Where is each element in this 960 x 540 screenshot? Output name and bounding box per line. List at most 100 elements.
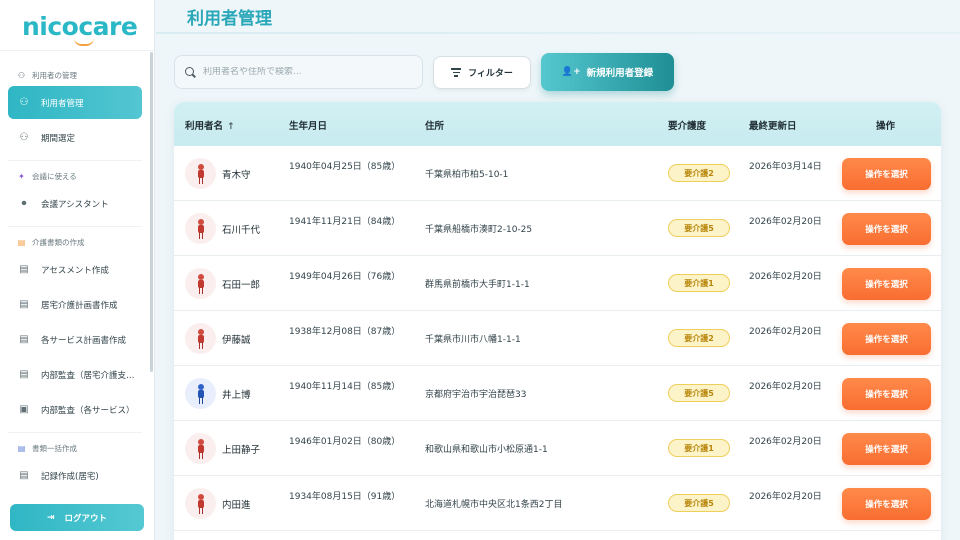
- sidebar-scrollbar[interactable]: [150, 52, 153, 372]
- avatar: [185, 213, 216, 244]
- select-action-button[interactable]: 操作を選択: [842, 213, 931, 245]
- table-row[interactable]: 青木守 1940年04月25日（85歳） 千葉県柏市柏5-10-1 要介護2 2…: [174, 146, 941, 201]
- logout-icon: ⇥: [46, 512, 55, 523]
- address: 千葉県柏市柏5-10-1: [425, 170, 509, 180]
- sidebar-item-label: 記録作成(居宅): [41, 471, 99, 482]
- birth-date: 1934年08月15日（91歳）: [289, 492, 401, 502]
- birth-date: 1938年12月08日（87歳）: [289, 327, 401, 337]
- search-input[interactable]: [203, 67, 413, 77]
- user-name[interactable]: 上田静子: [222, 442, 260, 456]
- user-name[interactable]: 井上博: [222, 387, 251, 401]
- logo-smile-icon: [74, 38, 94, 46]
- user-name[interactable]: 青木守: [222, 167, 251, 181]
- users-icon: ⚇: [19, 97, 29, 108]
- sidebar-item[interactable]: ⚇ 利用者管理: [8, 86, 142, 119]
- filter-button[interactable]: フィルター: [433, 56, 531, 89]
- select-action-button[interactable]: 操作を選択: [842, 323, 931, 355]
- app-logo[interactable]: nicocare: [22, 8, 138, 46]
- person-female-icon: [196, 218, 206, 239]
- sort-ascending-icon[interactable]: ↑: [227, 122, 235, 132]
- document-icon: ▤: [19, 334, 29, 345]
- select-action-button[interactable]: 操作を選択: [842, 488, 931, 520]
- last-updated: 2026年02月20日: [749, 327, 822, 337]
- sidebar-item-label: 居宅介護計画書作成: [41, 300, 118, 311]
- care-level-badge: 要介護5: [668, 384, 730, 402]
- select-action-button[interactable]: 操作を選択: [842, 378, 931, 410]
- person-male-icon: [196, 383, 206, 404]
- header-divider: [156, 32, 960, 34]
- sidebar-item-label: 期間選定: [41, 133, 76, 144]
- column-header-address: 住所: [425, 121, 445, 132]
- last-updated: 2026年02月20日: [749, 437, 822, 447]
- avatar: [185, 433, 216, 464]
- table-row[interactable]: 内田進 1934年08月15日（91歳） 北海道札幌市中央区北1条西2丁目 要介…: [174, 476, 941, 531]
- sidebar-item[interactable]: ⚇ 期間選定: [8, 121, 142, 154]
- column-header-name[interactable]: 利用者名 ↑: [185, 118, 235, 132]
- search-box[interactable]: [174, 55, 423, 89]
- document-icon: ▤: [19, 369, 29, 380]
- select-action-button[interactable]: 操作を選択: [842, 158, 931, 190]
- sidebar-item[interactable]: ▤ アセスメント作成: [8, 253, 142, 286]
- last-updated: 2026年02月20日: [749, 492, 822, 502]
- address: 群馬県前橋市大手町1-1-1: [425, 280, 530, 290]
- table-body: 青木守 1940年04月25日（85歳） 千葉県柏市柏5-10-1 要介護2 2…: [174, 146, 941, 531]
- sidebar-divider: [8, 432, 142, 433]
- sidebar-item[interactable]: ⏺ 会議アシスタント: [8, 187, 142, 220]
- address: 北海道札幌市中央区北1条西2丁目: [425, 500, 563, 510]
- address: 京都府宇治市宇治琵琶33: [425, 390, 527, 400]
- table-row[interactable]: 井上博 1940年11月14日（85歳） 京都府宇治市宇治琵琶33 要介護5 2…: [174, 366, 941, 421]
- sparkle-icon: ✦: [18, 171, 25, 181]
- document-icon: ▤: [19, 264, 29, 275]
- sidebar: nicocare ⚇ 利用者の管理 ⚇ 利用者管理 ⚇ 期間選定 ✦ 会議に使える ⏺ 会議アシス…: [0, 0, 155, 540]
- table-header: 利用者名 ↑ 生年月日 住所 要介護度 最終更新日 操作: [174, 102, 941, 146]
- avatar: [185, 268, 216, 299]
- last-updated: 2026年03月14日: [749, 162, 822, 172]
- last-updated: 2026年02月20日: [749, 272, 822, 282]
- table-row[interactable]: 石田一郎 1949年04月26日（76歳） 群馬県前橋市大手町1-1-1 要介護…: [174, 256, 941, 311]
- sidebar-item-label: 各サービス計画書作成: [41, 335, 127, 346]
- sidebar-divider: [8, 226, 142, 227]
- add-user-icon: 👤+: [561, 67, 581, 77]
- avatar: [185, 158, 216, 189]
- microphone-icon: ⏺: [21, 198, 27, 209]
- sidebar-section-label: 介護書類の作成: [32, 237, 85, 247]
- person-female-icon: [196, 163, 206, 184]
- logout-label: ログアウト: [64, 513, 108, 524]
- sidebar-nav: ⚇ 利用者の管理 ⚇ 利用者管理 ⚇ 期間選定 ✦ 会議に使える ⏺ 会議アシスタント ▤ 介護書類の…: [0, 62, 150, 494]
- sidebar-item[interactable]: ▤ 居宅介護計画書作成: [8, 288, 142, 321]
- users-icon: ⚇: [19, 132, 29, 143]
- user-name[interactable]: 石田一郎: [222, 277, 260, 291]
- document-icon: ▤: [19, 299, 29, 310]
- sidebar-section-label: 会議に使える: [32, 171, 77, 181]
- sidebar-section-header: ✦ 会議に使える: [0, 165, 150, 187]
- sidebar-item-label: 内部監査（居宅介護支…: [41, 370, 135, 381]
- care-level-badge: 要介護5: [668, 494, 730, 512]
- logout-button[interactable]: ⇥ ログアウト: [10, 504, 144, 531]
- sidebar-item-label: 利用者管理: [41, 98, 84, 109]
- table-row[interactable]: 上田静子 1946年01月02日（80歳） 和歌山県和歌山市小松原通1-1 要介…: [174, 421, 941, 476]
- new-user-button[interactable]: 👤+ 新規利用者登録: [541, 53, 674, 91]
- column-header-dob: 生年月日: [289, 121, 328, 132]
- user-name[interactable]: 内田進: [222, 497, 251, 511]
- sidebar-item-label: 内部監査（各サービス）: [41, 405, 135, 416]
- sidebar-item[interactable]: ▤ 各サービス計画書作成: [8, 323, 142, 356]
- table-row[interactable]: 伊藤誠 1938年12月08日（87歳） 千葉県市川市八幡1-1-1 要介護2 …: [174, 311, 941, 366]
- user-name[interactable]: 伊藤誠: [222, 332, 251, 346]
- select-action-button[interactable]: 操作を選択: [842, 268, 931, 300]
- sidebar-item-label: アセスメント作成: [41, 265, 109, 276]
- care-level-badge: 要介護2: [668, 164, 730, 182]
- avatar: [185, 488, 216, 519]
- sidebar-item[interactable]: ▤ 記録作成(居宅): [8, 459, 142, 492]
- user-name[interactable]: 石川千代: [222, 222, 260, 236]
- select-action-button[interactable]: 操作を選択: [842, 433, 931, 465]
- sidebar-section-label: 利用者の管理: [32, 70, 77, 80]
- new-user-label: 新規利用者登録: [586, 68, 654, 79]
- last-updated: 2026年02月20日: [749, 382, 822, 392]
- table-row[interactable]: 石川千代 1941年11月21日（84歳） 千葉県船橋市湊町2-10-25 要介…: [174, 201, 941, 256]
- sidebar-item[interactable]: ▣ 内部監査（各サービス）: [8, 393, 142, 426]
- sidebar-item[interactable]: ▤ 内部監査（居宅介護支…: [8, 358, 142, 391]
- address: 和歌山県和歌山市小松原通1-1: [425, 445, 548, 455]
- sidebar-item-label: 会議アシスタント: [41, 199, 109, 210]
- column-header-care-level: 要介護度: [668, 121, 707, 132]
- address: 千葉県船橋市湊町2-10-25: [425, 225, 533, 235]
